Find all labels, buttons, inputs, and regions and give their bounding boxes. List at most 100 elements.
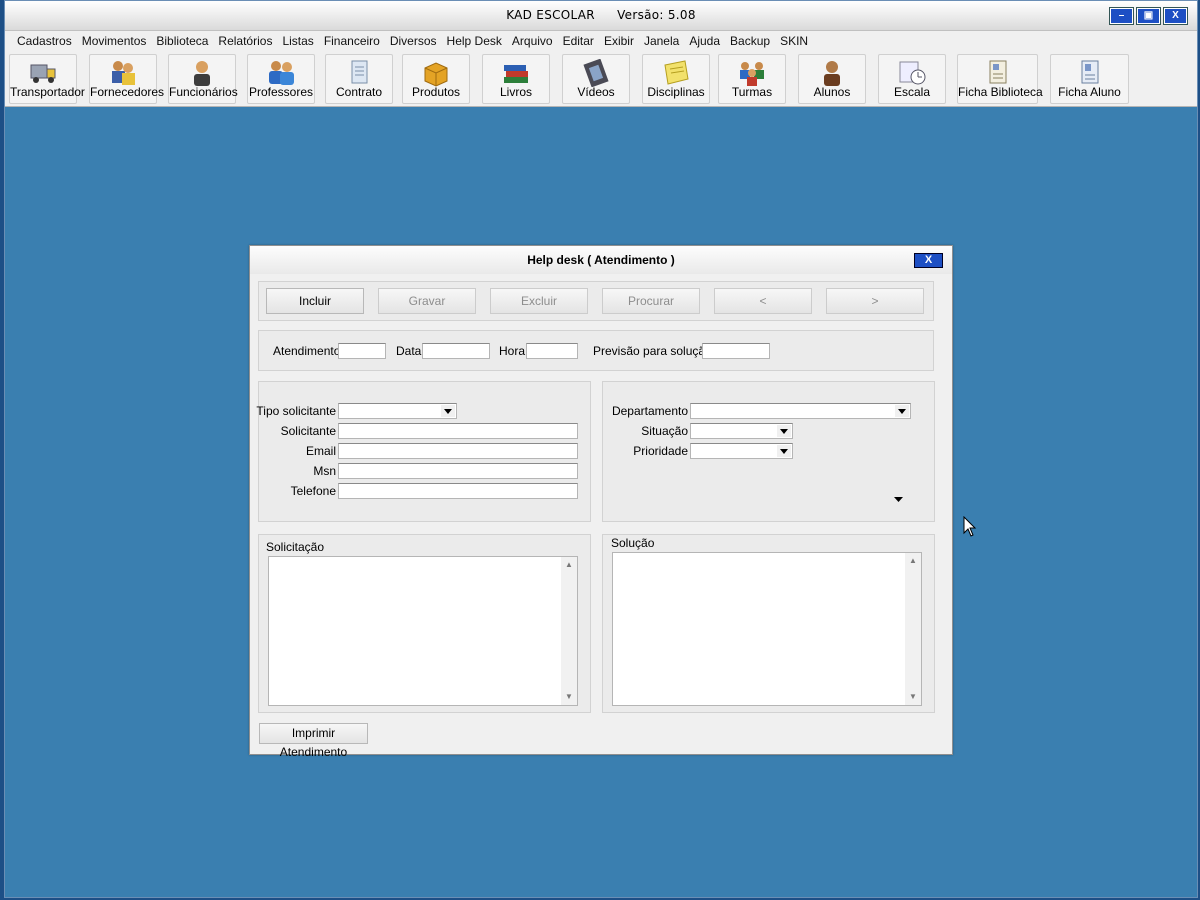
menu-cadastros[interactable]: Cadastros — [12, 31, 77, 51]
msn-field[interactable] — [338, 463, 578, 479]
menu-diversos[interactable]: Diversos — [385, 31, 442, 51]
msn-label: Msn — [313, 464, 336, 478]
menu-financeiro[interactable]: Financeiro — [319, 31, 385, 51]
toolbar-turmas-button[interactable]: Turmas — [718, 54, 786, 104]
app-version: Versão: 5.08 — [617, 8, 696, 22]
app-name: KAD ESCOLAR — [506, 8, 595, 22]
email-label: Email — [305, 444, 336, 458]
solucao-label: Solução — [611, 536, 655, 550]
menu-ajuda[interactable]: Ajuda — [684, 31, 725, 51]
toolbar-ficha-aluno-button[interactable]: Ficha Aluno — [1050, 54, 1129, 104]
menu-backup[interactable]: Backup — [725, 31, 775, 51]
situacao-select[interactable] — [690, 423, 793, 439]
notes-icon — [664, 60, 689, 85]
toolbar-livros-button[interactable]: Livros — [482, 54, 550, 104]
toolbar-contrato-button[interactable]: Contrato — [325, 54, 393, 104]
menu-skin[interactable]: SKIN — [775, 31, 813, 51]
close-button[interactable]: X — [1163, 7, 1188, 25]
caret-down-icon[interactable] — [894, 497, 904, 503]
excluir-button[interactable]: Excluir — [490, 288, 588, 314]
telefone-field[interactable] — [338, 483, 578, 499]
toolbar-label: Disciplinas — [647, 85, 705, 99]
menu-movimentos[interactable]: Movimentos — [77, 31, 152, 51]
toolbar-label: Fornecedores — [90, 85, 165, 99]
menu-exibir[interactable]: Exibir — [599, 31, 639, 51]
dialog-titlebar[interactable]: Help desk ( Atendimento ) X — [250, 246, 952, 274]
scroll-up-icon[interactable]: ▲ — [905, 553, 921, 569]
toolbar-transportador-button[interactable]: Transportador — [9, 54, 85, 104]
app-titlebar: KAD ESCOLAR Versão: 5.08 – ▣ X — [5, 1, 1197, 31]
data-field[interactable] — [422, 343, 490, 359]
departamento-select[interactable] — [690, 403, 911, 419]
app-title: KAD ESCOLAR Versão: 5.08 — [5, 8, 1197, 22]
prioridade-select[interactable] — [690, 443, 793, 459]
toolbar-label: Alunos — [813, 85, 851, 99]
email-field[interactable] — [338, 443, 578, 459]
toolbar-label: Ficha Aluno — [1058, 85, 1121, 99]
toolbar: Transportador Fornecedores Funcionários … — [5, 51, 1197, 107]
employee-icon — [194, 61, 210, 86]
mouse-cursor-icon — [963, 516, 977, 537]
tipo-solicitante-label: Tipo solicitante — [256, 404, 336, 418]
situacao-label: Situação — [641, 424, 688, 438]
toolbar-fornecedores-button[interactable]: Fornecedores — [89, 54, 165, 104]
books-icon — [504, 65, 528, 83]
menu-help-desk[interactable]: Help Desk — [442, 31, 507, 51]
maximize-button[interactable]: ▣ — [1136, 7, 1161, 25]
toolbar-videos-button[interactable]: Vídeos — [562, 54, 630, 104]
hora-label: Hora — [499, 344, 526, 358]
contract-icon — [351, 60, 368, 84]
menu-biblioteca[interactable]: Biblioteca — [151, 31, 213, 51]
toolbar-label: Turmas — [731, 85, 773, 99]
toolbar-label: Produtos — [411, 85, 461, 99]
toolbar-funcionarios-button[interactable]: Funcionários — [168, 54, 238, 104]
dialog-close-button[interactable]: X — [914, 253, 943, 268]
scroll-down-icon[interactable]: ▼ — [905, 689, 921, 705]
menu-arquivo[interactable]: Arquivo — [507, 31, 558, 51]
menu-relatorios[interactable]: Relatórios — [213, 31, 277, 51]
data-label: Data — [396, 344, 422, 358]
procurar-button[interactable]: Procurar — [602, 288, 700, 314]
toolbar-produtos-button[interactable]: Produtos — [402, 54, 470, 104]
solicitacao-scrollbar[interactable]: ▲ ▼ — [561, 557, 577, 705]
chevron-down-icon[interactable] — [777, 425, 791, 437]
solucao-scrollbar[interactable]: ▲ ▼ — [905, 553, 921, 705]
solicitante-field[interactable] — [338, 423, 578, 439]
imprimir-atendimento-button[interactable]: Imprimir Atendimento — [259, 723, 368, 759]
menu-bar: Cadastros Movimentos Biblioteca Relatóri… — [5, 31, 1197, 51]
group-icon — [740, 62, 764, 86]
toolbar-disciplinas-button[interactable]: Disciplinas — [642, 54, 710, 104]
toolbar-escala-button[interactable]: Escala — [878, 54, 946, 104]
previsao-field[interactable] — [702, 343, 770, 359]
menu-listas[interactable]: Listas — [277, 31, 318, 51]
toolbar-label: Vídeos — [577, 85, 615, 99]
suppliers-icon — [112, 61, 135, 85]
student-icon — [824, 61, 840, 86]
hora-field[interactable] — [526, 343, 578, 359]
incluir-button[interactable]: Incluir — [266, 288, 364, 314]
solucao-textarea[interactable]: ▲ ▼ — [612, 552, 922, 706]
chevron-down-icon[interactable] — [777, 445, 791, 457]
atendimento-field[interactable] — [338, 343, 386, 359]
menu-editar[interactable]: Editar — [558, 31, 599, 51]
toolbar-ficha-biblioteca-button[interactable]: Ficha Biblioteca — [957, 54, 1043, 104]
toolbar-label: Livros — [499, 85, 532, 99]
solicitante-label: Solicitante — [280, 424, 336, 438]
scroll-up-icon[interactable]: ▲ — [561, 557, 577, 573]
film-icon — [583, 59, 609, 87]
toolbar-professores-button[interactable]: Professores — [247, 54, 315, 104]
library-card-icon — [989, 60, 1006, 84]
chevron-down-icon[interactable] — [895, 405, 909, 417]
tipo-solicitante-select[interactable] — [338, 403, 457, 419]
scroll-down-icon[interactable]: ▼ — [561, 689, 577, 705]
toolbar-label: Transportador — [10, 85, 85, 99]
chevron-down-icon[interactable] — [441, 405, 455, 417]
minimize-button[interactable]: – — [1109, 7, 1134, 25]
menu-janela[interactable]: Janela — [639, 31, 684, 51]
toolbar-alunos-button[interactable]: Alunos — [798, 54, 866, 104]
previous-button[interactable]: < — [714, 288, 812, 314]
next-button[interactable]: > — [826, 288, 924, 314]
gravar-button[interactable]: Gravar — [378, 288, 476, 314]
previsao-label: Previsão para solução — [593, 344, 712, 358]
solicitacao-textarea[interactable]: ▲ ▼ — [268, 556, 578, 706]
